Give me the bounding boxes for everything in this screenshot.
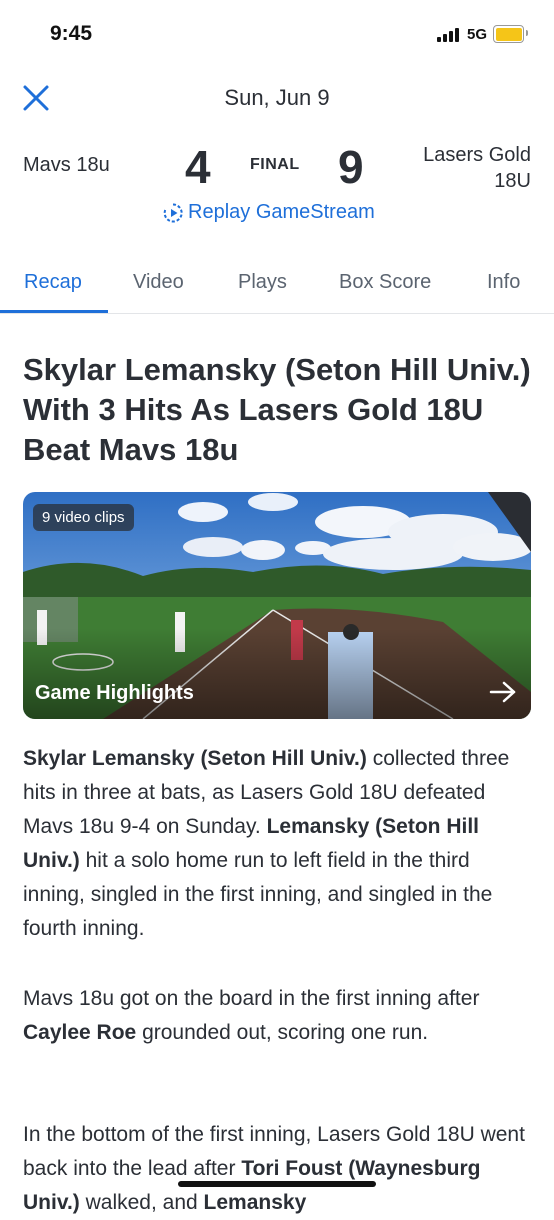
tab-box-score[interactable]: Box Score — [339, 271, 431, 294]
status-bar: 9:45 5G — [0, 0, 554, 70]
tab-bar: Recap Video Plays Box Score Info — [0, 255, 554, 314]
replay-label: Replay GameStream — [188, 201, 375, 223]
arrow-right-icon — [489, 681, 516, 703]
away-team-name: Mavs 18u — [23, 154, 110, 176]
player-name: Caylee Roe — [23, 1021, 137, 1044]
recap-paragraph-2: Mavs 18u got on the board in the first i… — [23, 982, 535, 1050]
recap-text: hit a solo home run to left field in the… — [23, 849, 493, 940]
game-date: Sun, Jun 9 — [224, 85, 330, 110]
game-highlights-video[interactable]: 9 video clips Game Highlights — [23, 492, 531, 719]
tab-info[interactable]: Info — [487, 271, 520, 294]
away-score: 4 — [185, 141, 211, 193]
signal-icon — [436, 26, 461, 42]
network-label: 5G — [466, 25, 487, 43]
tab-plays[interactable]: Plays — [238, 271, 287, 294]
active-tab-indicator — [0, 310, 108, 313]
replay-icon — [163, 202, 183, 222]
home-team-name: Lasers Gold 18U — [391, 142, 531, 194]
video-title: Game Highlights — [35, 682, 194, 704]
tab-video[interactable]: Video — [133, 271, 184, 294]
home-team-name-line2: 18U — [494, 170, 531, 192]
recap-paragraph-3: In the bottom of the first inning, Laser… — [23, 1118, 535, 1220]
game-status: FINAL — [250, 156, 300, 173]
video-clips-badge: 9 video clips — [33, 504, 134, 531]
status-indicators: 5G — [436, 25, 528, 43]
home-indicator[interactable] — [178, 1181, 376, 1187]
battery-icon — [493, 25, 528, 43]
tab-recap[interactable]: Recap — [24, 271, 82, 294]
player-name: Lemansky — [203, 1191, 307, 1214]
home-score: 9 — [338, 141, 364, 193]
recap-text: walked, and — [79, 1191, 204, 1214]
replay-gamestream-link[interactable]: Replay GameStream — [162, 201, 375, 224]
recap-text: Mavs 18u got on the board in the first i… — [23, 987, 480, 1010]
status-time: 9:45 — [50, 22, 93, 45]
home-team-name-line1: Lasers Gold — [423, 144, 531, 166]
recap-paragraph-1: Skylar Lemansky (Seton Hill Univ.) colle… — [23, 742, 535, 946]
player-name: Skylar Lemansky (Seton Hill Univ.) — [23, 747, 367, 770]
article-headline: Skylar Lemansky (Seton Hill Univ.) With … — [23, 352, 531, 467]
recap-text: grounded out, scoring one run. — [136, 1021, 429, 1044]
